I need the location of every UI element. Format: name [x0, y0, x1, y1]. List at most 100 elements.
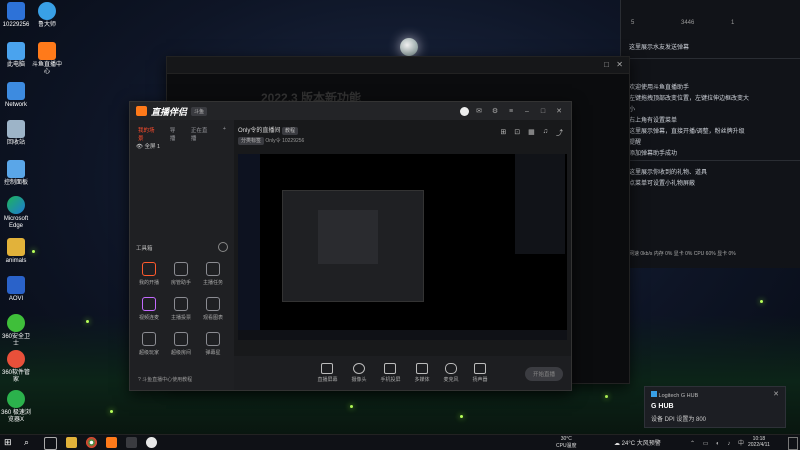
maximize-icon[interactable]: □ [537, 108, 549, 115]
maximize-icon[interactable]: □ [604, 60, 609, 69]
tool-danmaku-star[interactable]: 弹幕星 [198, 332, 228, 356]
menu-icon[interactable]: ≡ [505, 108, 517, 115]
start-live-button[interactable]: 开始直播 [524, 367, 563, 381]
firefly [460, 415, 463, 418]
status-bar: 网速 0kb/s 内存 0% 显卡 0% CPU 60% 显卡 0% [629, 251, 736, 257]
room-id: 10229256 [282, 138, 305, 144]
screen-capture-button[interactable]: 直播屏幕 [317, 363, 337, 383]
windows-start-icon[interactable]: ⊞ [4, 437, 15, 448]
close-icon[interactable]: ✕ [773, 390, 779, 398]
screenshot-icon[interactable]: ⊞ [500, 128, 506, 138]
avatar[interactable] [460, 106, 469, 116]
desktop-icon-360-browser[interactable]: 360 极速浏览器X [0, 390, 32, 424]
desktop-icon-control-panel[interactable]: 控制面板 [0, 160, 32, 187]
danmaku-line: 左键拖拽顶部改变位置，左键拉伸边框改变大 [629, 96, 750, 102]
clock[interactable]: 10:18 2022/4/11 [748, 436, 770, 448]
add-scene-icon[interactable]: + [223, 126, 226, 142]
danmaku-line: 这里展示弹幕，直接开播/调整，粉丝牌升级 [629, 129, 745, 135]
control-panel-icon [7, 160, 25, 178]
channel-title[interactable]: Only令的直播间 [238, 128, 280, 134]
ludashi-icon [38, 2, 56, 20]
channel-header: Only令的直播间 教程 [238, 125, 299, 135]
desktop-icon-edge[interactable]: Microsoft Edge [0, 196, 32, 230]
task-view-icon[interactable] [44, 437, 57, 450]
firefly [86, 320, 89, 323]
main-area: Only令的直播间 教程 分类标签 Only令 10229256 ⊞ ⊡ ▦ ♫… [234, 120, 571, 390]
danmaku-line: 添加弹幕助手成功 [629, 151, 678, 157]
microphone-button[interactable]: 麦克风 [444, 363, 459, 383]
weather-widget[interactable]: ☁ 24°C 大风预警 [614, 438, 661, 447]
tutorial-link[interactable]: ? 斗鱼直播中心使用教程 [138, 376, 192, 383]
channel-tag[interactable]: 教程 [282, 127, 299, 135]
danmaku-line: 这里展示水友发送弹幕 [629, 45, 690, 51]
speaker-button[interactable]: 扬声器 [473, 363, 488, 383]
tool-vote[interactable]: 主播投票 [166, 297, 196, 321]
taskbar: ⊞ ⌕ 30°C CPU温度 ☁ 24°C 大风预警 ⌃ ▭ ◐ ♪ 中 10:… [0, 434, 800, 450]
desktop-icon-network[interactable]: Network [0, 82, 32, 109]
like-count: 5 [631, 20, 635, 26]
desktop-icon-user[interactable]: 10229256 [0, 2, 32, 29]
lock-icon[interactable]: ⊡ [514, 128, 520, 138]
system-tray[interactable]: ⌃ ▭ ◐ ♪ 中 [690, 438, 747, 447]
desktop-icon-animals[interactable]: animals [0, 238, 32, 265]
tool-super-room[interactable]: 超级房间 [166, 332, 196, 356]
live-companion-window[interactable]: 直播伴侣 斗鱼 ✉ ⚙ ≡ – □ ✕ 我的场景 导播 正在直播 + 👁 全屏 … [129, 101, 572, 391]
douyu-icon [38, 42, 56, 60]
minimize-icon[interactable]: – [521, 108, 533, 115]
desktop-icon-douyu[interactable]: 斗鱼直播中心 [31, 42, 63, 76]
notification-toast[interactable]: Logitech G HUB ✕ G HUB 设备 DPI 设置为 800 [644, 386, 786, 428]
desktop-icon-this-pc[interactable]: 此电脑 [0, 42, 32, 69]
notification-app: Logitech G HUB [651, 391, 698, 399]
tab-live[interactable]: 正在直播 [191, 126, 213, 142]
background-window-titlebar[interactable]: ✕ □ [167, 57, 629, 74]
close-icon[interactable]: ✕ [616, 60, 623, 69]
firefly [110, 410, 113, 413]
camera-button[interactable]: 摄像头 [351, 363, 366, 383]
tool-room-admin[interactable]: 房管助手 [166, 262, 196, 286]
desktop-icon-360-soft[interactable]: 360软件管家 [0, 350, 32, 384]
file-explorer-icon[interactable] [66, 437, 77, 448]
desktop-icon-aovi[interactable]: AOVI [0, 276, 32, 303]
viewer-count: 1 [731, 20, 735, 26]
close-icon[interactable]: ✕ [553, 107, 565, 115]
tab-director[interactable]: 导播 [170, 126, 181, 142]
tool-charts[interactable]: 观看图表 [198, 297, 228, 321]
stream-preview[interactable] [238, 154, 567, 340]
player-icon [142, 332, 156, 346]
desktop-icon-ludashi[interactable]: 鲁大师 [31, 2, 63, 29]
obs-taskbar-icon[interactable] [146, 437, 157, 448]
phone-cast-button[interactable]: 手机投屏 [380, 363, 401, 383]
douyu-taskbar-icon[interactable] [106, 437, 117, 448]
tool-super-player[interactable]: 超级玩家 [134, 332, 164, 356]
search-icon[interactable]: ⌕ [24, 437, 35, 448]
computer-icon [7, 42, 25, 60]
toolbox-toggle-icon[interactable] [218, 242, 228, 252]
cpu-temp-widget[interactable]: 30°C CPU温度 [556, 436, 577, 449]
bell-icon[interactable]: ♫ [543, 128, 548, 138]
app-taskbar-icon[interactable] [126, 437, 137, 448]
desktop-icon-360-safe[interactable]: 360安全卫士 [0, 314, 32, 348]
danmaku-panel[interactable]: 5 3446 1 这里展示水友发送弹幕 欢迎使用斗鱼直播助手 左键拖拽顶部改变位… [620, 0, 800, 268]
eye-icon[interactable]: 👁 [136, 144, 143, 150]
titlebar[interactable]: 直播伴侣 斗鱼 ✉ ⚙ ≡ – □ ✕ [130, 102, 571, 120]
message-icon[interactable]: ✉ [473, 107, 485, 115]
settings-icon[interactable]: ⚙ [489, 107, 501, 115]
notification-body: 设备 DPI 设置为 800 [651, 417, 707, 423]
chrome-icon[interactable] [86, 437, 97, 448]
tool-host-tasks[interactable]: 主播任务 [198, 262, 228, 286]
media-button[interactable]: 多媒体 [415, 363, 430, 383]
channel-sub: 分类标签 Only令 10229256 [238, 137, 305, 145]
sidebar: 我的场景 导播 正在直播 + 👁 全屏 1 工具箱 我的开播 房管助手 主播任务… [130, 120, 235, 390]
hot-count: 3446 [681, 20, 695, 26]
ghub-icon [651, 391, 657, 397]
tab-my-scenes[interactable]: 我的场景 [138, 126, 160, 142]
scene-item[interactable]: 👁 全屏 1 [136, 142, 160, 150]
share-icon[interactable]: ⤴ [556, 128, 563, 138]
platform-badge[interactable]: 斗鱼 [191, 106, 208, 116]
scene-tabs: 我的场景 导播 正在直播 + [130, 120, 234, 142]
desktop-icon-recycle-bin[interactable]: 回收站 [0, 120, 32, 147]
tool-my-stream[interactable]: 我的开播 [134, 262, 164, 286]
layout-icon[interactable]: ▦ [528, 128, 535, 138]
tool-video-mic[interactable]: 视频连麦 [134, 297, 164, 321]
notification-center-icon[interactable] [788, 437, 798, 450]
